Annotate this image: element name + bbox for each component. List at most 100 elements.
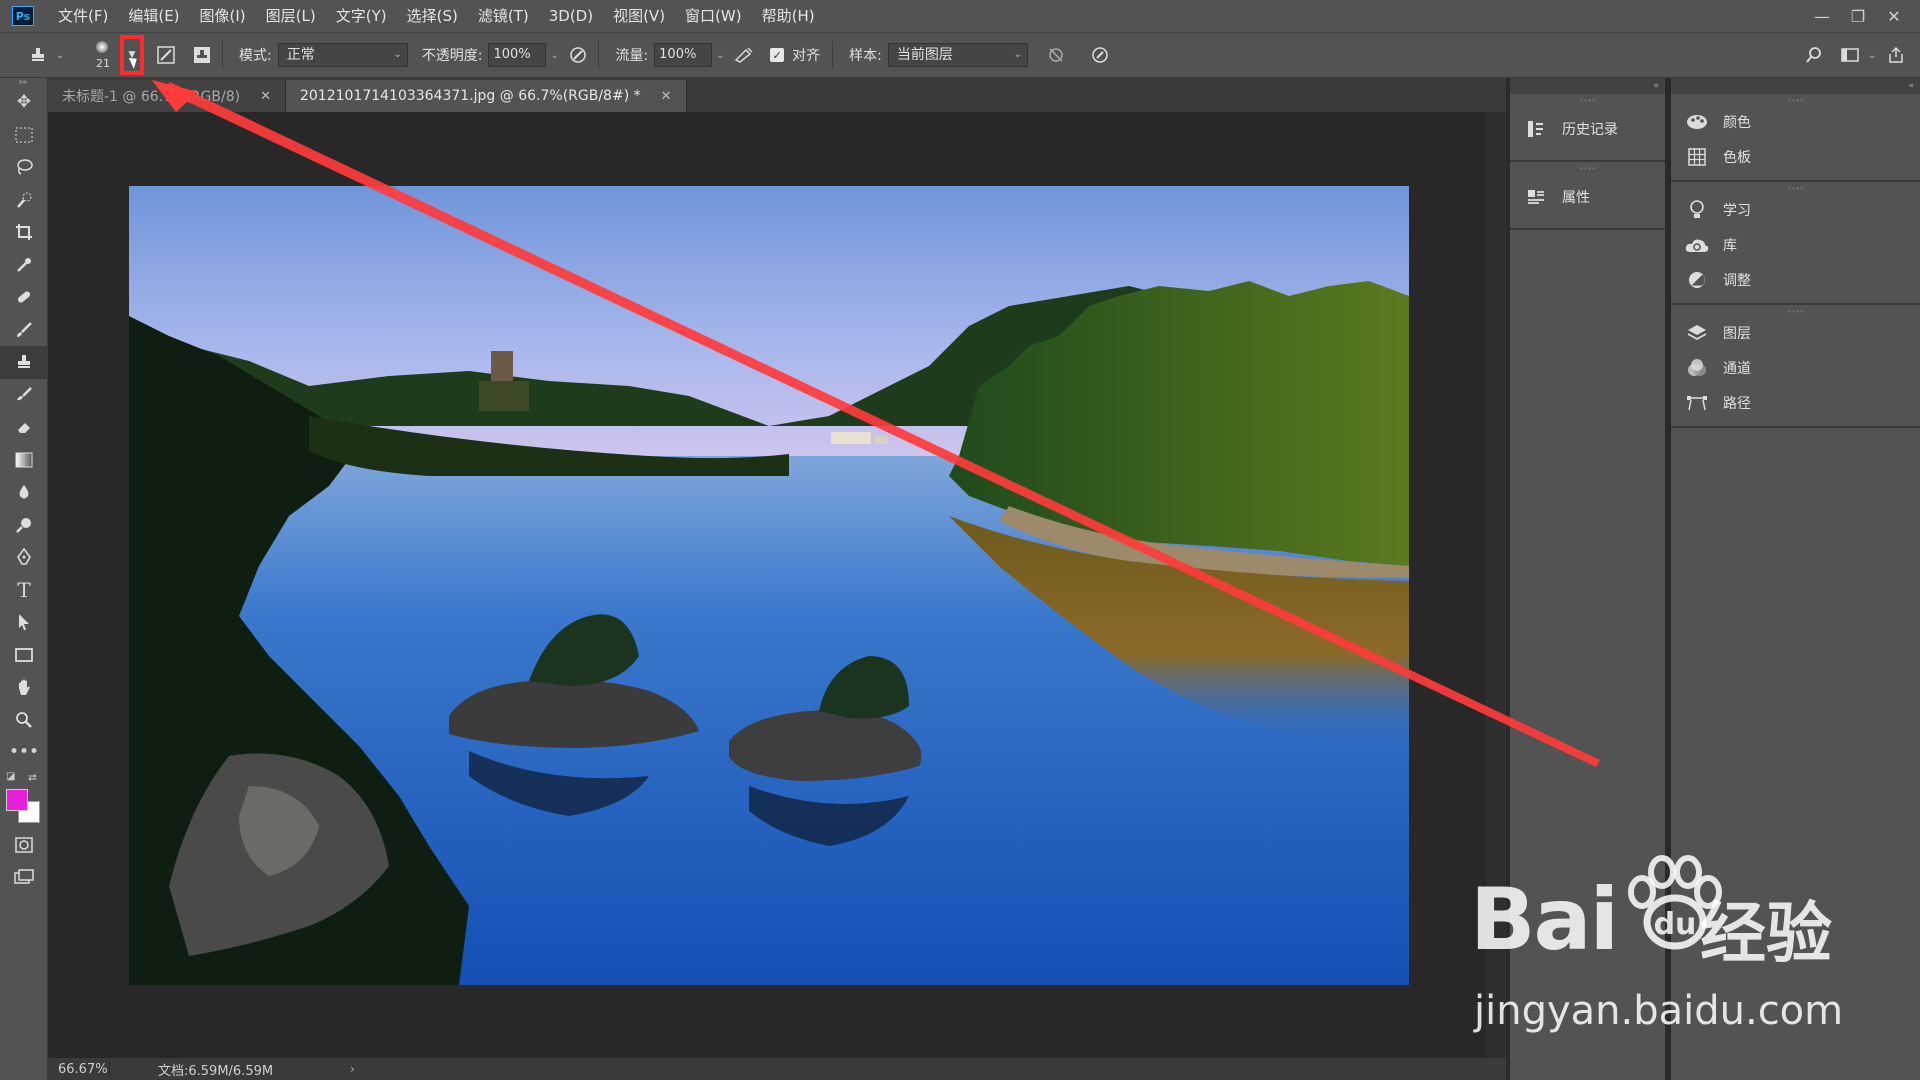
sample-value: 当前图层 [896, 47, 953, 63]
move-tool-icon[interactable]: ✥ [0, 86, 48, 119]
share-icon[interactable] [1882, 41, 1910, 69]
screen-mode-icon[interactable] [0, 861, 48, 894]
pressure-opacity-icon[interactable] [564, 41, 592, 69]
close-icon[interactable]: ✕ [260, 89, 271, 104]
rectangle-tool-icon[interactable] [0, 639, 48, 672]
brush-tool-icon[interactable] [0, 314, 48, 347]
close-icon[interactable]: ✕ [661, 89, 672, 104]
tool-preset-caret-icon[interactable]: ⌄ [56, 50, 70, 61]
pressure-size-icon[interactable] [1086, 41, 1114, 69]
eraser-tool-icon[interactable] [0, 411, 48, 444]
sample-select[interactable]: 当前图层 ⌄ [887, 43, 1028, 67]
panel-label: 历史记录 [1562, 122, 1618, 138]
menu-image[interactable]: 图像(I) [190, 0, 256, 32]
adjustments-icon [1685, 268, 1709, 292]
panel-channels[interactable]: 通道 [1671, 350, 1920, 385]
brush-settings-icon[interactable] [152, 41, 180, 69]
healing-brush-tool-icon[interactable] [0, 281, 48, 314]
menu-bar: Ps 文件(F) 编辑(E) 图像(I) 图层(L) 文字(Y) 选择(S) 滤… [0, 0, 1920, 32]
menu-filter[interactable]: 滤镜(T) [468, 0, 539, 32]
crop-tool-icon[interactable] [0, 216, 48, 249]
workspace-caret-icon[interactable]: ⌄ [1868, 50, 1882, 61]
mouse-cursor-icon [128, 55, 141, 69]
search-icon[interactable] [1800, 41, 1828, 69]
learn-icon [1685, 198, 1709, 222]
svg-text:du: du [1654, 907, 1697, 942]
menu-file[interactable]: 文件(F) [48, 0, 118, 32]
panel-swatches[interactable]: 色板 [1671, 139, 1920, 174]
quick-mask-icon[interactable] [0, 829, 48, 862]
panel-libraries[interactable]: 库 [1671, 227, 1920, 262]
panel-history[interactable]: 历史记录 [1510, 104, 1665, 154]
mode-select[interactable]: 正常 ⌄ [277, 43, 408, 67]
panel-group-learn: •••• 学习 库 调整 [1671, 182, 1920, 305]
menu-edit[interactable]: 编辑(E) [118, 0, 189, 32]
foreground-color-swatch[interactable] [6, 788, 28, 811]
panel-properties[interactable]: 属性 [1510, 172, 1665, 222]
pen-tool-icon[interactable] [0, 541, 48, 574]
chevron-down-icon: ⌄ [1013, 49, 1022, 60]
clone-stamp-tool-icon[interactable] [0, 346, 48, 379]
collapse-panels-icon[interactable]: « [1510, 78, 1665, 94]
brush-preview[interactable]: 21 [84, 35, 118, 75]
menu-type[interactable]: 文字(Y) [326, 0, 397, 32]
eyedropper-tool-icon[interactable] [0, 249, 48, 282]
tab-title: 未标题-1 @ 66.7%(RGB/8) [62, 89, 241, 105]
tab-document-2[interactable]: 201210171410336437​1.jpg @ 66.7%(RGB/8#)… [285, 80, 687, 112]
history-brush-tool-icon[interactable] [0, 379, 48, 412]
channels-icon [1685, 356, 1709, 380]
minimize-button[interactable]: — [1804, 0, 1840, 32]
path-selection-tool-icon[interactable] [0, 606, 48, 639]
libraries-icon [1685, 233, 1709, 257]
panel-paths[interactable]: 路径 [1671, 385, 1920, 420]
panel-group-color: •••• 颜色 色板 [1671, 94, 1920, 182]
zoom-level-input[interactable]: 66.67% [48, 1061, 110, 1077]
panel-group-layers: •••• 图层 通道 路径 [1671, 305, 1920, 428]
quick-selection-tool-icon[interactable] [0, 184, 48, 217]
blur-tool-icon[interactable] [0, 476, 48, 509]
brush-picker-dropdown-button[interactable]: ▼ [120, 35, 144, 75]
brush-tip-icon [96, 41, 108, 53]
clone-source-icon[interactable] [188, 41, 216, 69]
collapse-panels-icon[interactable]: « [1671, 78, 1920, 94]
zoom-tool-icon[interactable] [0, 704, 48, 737]
panel-label: 通道 [1723, 360, 1751, 377]
flow-input[interactable]: 100% [654, 43, 713, 67]
opacity-caret-icon[interactable]: ⌄ [550, 50, 564, 61]
chevron-down-icon: ⌄ [393, 49, 402, 60]
panel-grip-icon[interactable]: ▸▸ [0, 78, 47, 86]
document-image[interactable] [129, 186, 1409, 985]
menu-help[interactable]: 帮助(H) [752, 0, 825, 32]
swap-colors-icon[interactable]: ⮂ [28, 771, 37, 785]
workspace-icon[interactable] [1836, 41, 1864, 69]
type-tool-icon[interactable]: T [0, 574, 48, 607]
opacity-input[interactable]: 100% [488, 43, 547, 67]
watermark-brand-cn: 经验 [1700, 895, 1832, 972]
tab-document-1[interactable]: 未标题-1 @ 66.7%(RGB/8) ✕ [48, 80, 286, 112]
menu-view[interactable]: 视图(V) [603, 0, 675, 32]
dodge-tool-icon[interactable] [0, 509, 48, 542]
airbrush-icon[interactable] [730, 41, 758, 69]
panel-layers[interactable]: 图层 [1671, 315, 1920, 350]
panel-color[interactable]: 颜色 [1671, 104, 1920, 139]
restore-button[interactable]: ❐ [1840, 0, 1876, 32]
marquee-tool-icon[interactable] [0, 119, 48, 152]
panel-learn[interactable]: 学习 [1671, 192, 1920, 227]
panel-label: 库 [1723, 237, 1737, 254]
gradient-tool-icon[interactable] [0, 444, 48, 477]
menu-window[interactable]: 窗口(W) [675, 0, 752, 32]
align-checkbox[interactable]: ✓ [770, 48, 785, 62]
ignore-adjustment-layers-icon[interactable] [1042, 41, 1070, 69]
menu-3d[interactable]: 3D(D) [539, 0, 603, 32]
hand-tool-icon[interactable] [0, 671, 48, 704]
menu-layer[interactable]: 图层(L) [256, 0, 326, 32]
lasso-tool-icon[interactable] [0, 151, 48, 184]
clone-stamp-tool-preset-icon[interactable] [24, 41, 52, 69]
menu-select[interactable]: 选择(S) [397, 0, 468, 32]
flow-caret-icon[interactable]: ⌄ [716, 50, 730, 61]
status-menu-arrow-icon[interactable]: › [350, 1062, 355, 1076]
default-colors-icon[interactable]: ◪ [6, 771, 15, 782]
panel-adjustments[interactable]: 调整 [1671, 262, 1920, 297]
close-button[interactable]: ✕ [1876, 0, 1912, 32]
more-tools-icon[interactable]: ••• [0, 736, 48, 769]
